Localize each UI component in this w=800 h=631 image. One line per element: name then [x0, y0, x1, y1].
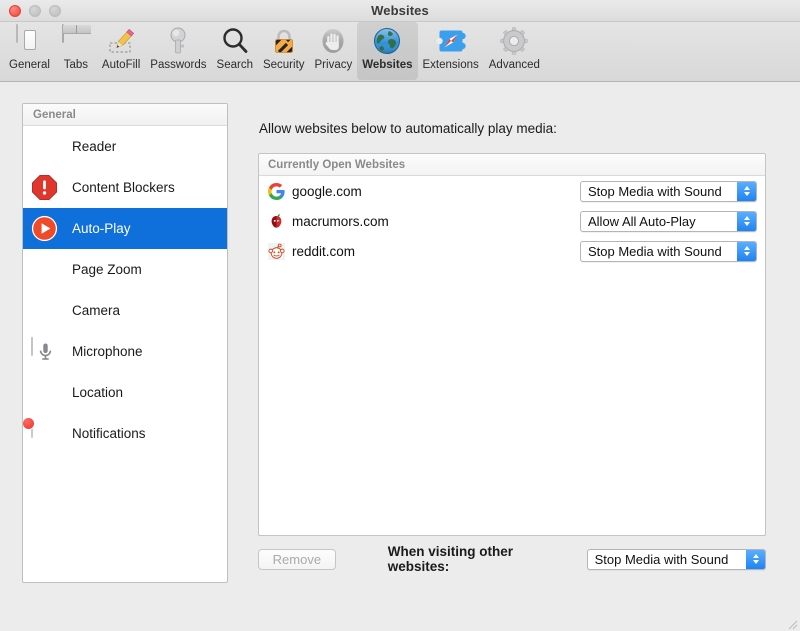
title-bar: Websites	[0, 0, 800, 22]
default-setting-label: When visiting other websites:	[388, 544, 578, 574]
sidebar-item-reader[interactable]: Reader	[23, 126, 227, 167]
general-icon	[13, 25, 45, 57]
toolbar-label: Privacy	[315, 59, 353, 72]
globe-icon	[371, 25, 403, 57]
site-domain: google.com	[292, 184, 580, 199]
preferences-toolbar: General Tabs AutoFill	[0, 22, 800, 82]
chevron-updown-icon	[746, 550, 765, 569]
sidebar-item-label: Notifications	[72, 426, 146, 441]
select-value: Stop Media with Sound	[581, 242, 748, 261]
autofill-pencil-icon	[105, 25, 137, 57]
toolbar-label: AutoFill	[102, 59, 140, 72]
macrumors-favicon	[268, 213, 285, 230]
sidebar-item-label: Auto-Play	[72, 221, 131, 236]
toolbar-item-advanced[interactable]: Advanced	[484, 22, 545, 80]
padlock-icon	[268, 25, 300, 57]
websites-category-sidebar: General Reader Content Blockers	[22, 103, 228, 583]
resize-grip[interactable]	[786, 617, 798, 629]
google-favicon	[268, 183, 285, 200]
select-value: Allow All Auto-Play	[581, 212, 722, 231]
chevron-updown-icon	[737, 212, 756, 231]
auto-play-settings-panel: Allow websites below to automatically pl…	[240, 95, 785, 588]
preferences-window: Websites General Tabs	[0, 0, 800, 631]
sidebar-item-auto-play[interactable]: Auto-Play	[23, 208, 227, 249]
sidebar-item-label: Reader	[72, 139, 116, 154]
reader-icon	[31, 133, 58, 160]
camera-icon	[31, 297, 58, 324]
play-circle-icon	[31, 215, 58, 242]
sidebar-item-camera[interactable]: Camera	[23, 290, 227, 331]
default-auto-play-select[interactable]: Stop Media with Sound	[587, 549, 766, 570]
microphone-icon	[31, 338, 58, 365]
toolbar-item-security[interactable]: Security	[258, 22, 310, 80]
key-icon	[162, 25, 194, 57]
toolbar-label: General	[9, 59, 50, 72]
sidebar-item-content-blockers[interactable]: Content Blockers	[23, 167, 227, 208]
magnifier-icon	[219, 25, 251, 57]
toolbar-label: Security	[263, 59, 305, 72]
window-title: Websites	[0, 0, 800, 22]
panel-footer: Remove When visiting other websites: Sto…	[258, 547, 766, 571]
location-arrow-icon	[31, 379, 58, 406]
stop-sign-icon	[31, 174, 58, 201]
auto-play-setting-select[interactable]: Stop Media with Sound	[580, 181, 757, 202]
site-domain: reddit.com	[292, 244, 580, 259]
gear-icon	[498, 25, 530, 57]
chevron-updown-icon	[737, 242, 756, 261]
websites-table: Currently Open Websites google.com Stop …	[258, 153, 766, 536]
sidebar-item-page-zoom[interactable]: Page Zoom	[23, 249, 227, 290]
table-row[interactable]: google.com Stop Media with Sound	[259, 176, 765, 206]
auto-play-setting-select[interactable]: Stop Media with Sound	[580, 241, 757, 262]
sidebar-item-notifications[interactable]: Notifications	[23, 413, 227, 454]
toolbar-label: Passwords	[150, 59, 206, 72]
hand-icon	[317, 25, 349, 57]
notification-badge-icon	[31, 420, 58, 447]
toolbar-item-extensions[interactable]: Extensions	[418, 22, 484, 80]
zoom-in-magnifier-icon	[31, 256, 58, 283]
sidebar-item-location[interactable]: Location	[23, 372, 227, 413]
auto-play-setting-select[interactable]: Allow All Auto-Play	[580, 211, 757, 232]
toolbar-item-general[interactable]: General	[4, 22, 55, 80]
sidebar-header: General	[23, 104, 227, 126]
toolbar-item-autofill[interactable]: AutoFill	[97, 22, 145, 80]
sidebar-item-label: Content Blockers	[72, 180, 175, 195]
panel-prompt: Allow websites below to automatically pl…	[259, 121, 557, 136]
toolbar-item-passwords[interactable]: Passwords	[145, 22, 211, 80]
preferences-content: General Reader Content Blockers	[0, 83, 800, 631]
toolbar-label: Tabs	[64, 59, 88, 72]
toolbar-label: Advanced	[489, 59, 540, 72]
toolbar-item-search[interactable]: Search	[212, 22, 258, 80]
reddit-favicon	[268, 243, 285, 260]
sidebar-item-microphone[interactable]: Microphone	[23, 331, 227, 372]
table-row[interactable]: macrumors.com Allow All Auto-Play	[259, 206, 765, 236]
toolbar-item-tabs[interactable]: Tabs	[55, 22, 97, 80]
tabs-icon	[60, 25, 92, 57]
toolbar-item-privacy[interactable]: Privacy	[310, 22, 358, 80]
toolbar-label: Websites	[362, 59, 412, 72]
select-value: Stop Media with Sound	[588, 550, 755, 569]
sidebar-item-label: Microphone	[72, 344, 143, 359]
sidebar-item-label: Page Zoom	[72, 262, 142, 277]
toolbar-label: Extensions	[423, 59, 479, 72]
table-row[interactable]: reddit.com Stop Media with Sound	[259, 236, 765, 266]
puzzle-compass-icon	[435, 25, 467, 57]
chevron-updown-icon	[737, 182, 756, 201]
toolbar-item-websites[interactable]: Websites	[357, 22, 417, 80]
remove-button[interactable]: Remove	[258, 549, 336, 570]
sidebar-item-label: Camera	[72, 303, 120, 318]
sidebar-item-label: Location	[72, 385, 123, 400]
select-value: Stop Media with Sound	[581, 182, 748, 201]
table-column-header: Currently Open Websites	[259, 154, 765, 176]
toolbar-label: Search	[217, 59, 253, 72]
site-domain: macrumors.com	[292, 214, 580, 229]
